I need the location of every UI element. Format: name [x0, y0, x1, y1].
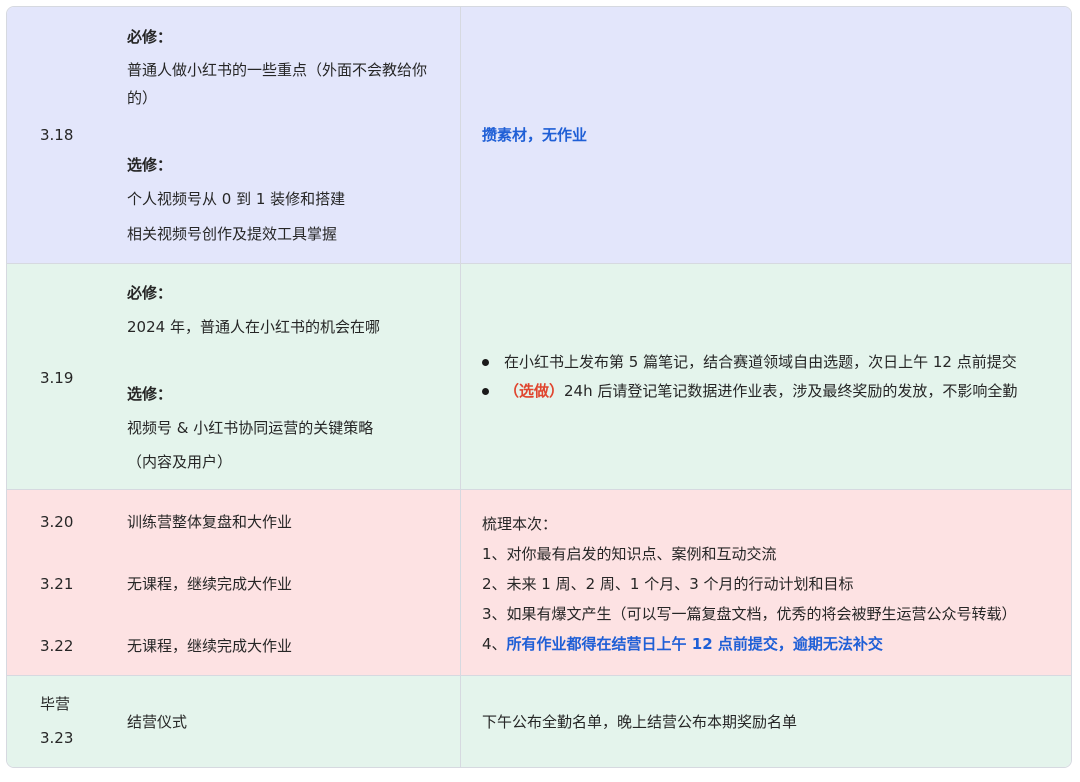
row-date: 3.18 — [40, 126, 74, 144]
day-content: 训练营整体复盘和大作业 — [127, 513, 293, 531]
review-title: 梳理本次： — [482, 515, 558, 533]
day-content: 结营仪式 — [127, 713, 188, 731]
required-course: 普通人做小红书的一些重点（外面不会教给你 — [127, 61, 428, 79]
table-row: 3.18 必修： 普通人做小红书的一些重点（外面不会教给你 的） 选修： 个人视… — [7, 7, 1071, 264]
required-label: 必修： — [127, 284, 173, 302]
row-date: 3.22 — [40, 637, 74, 655]
column-divider — [460, 264, 461, 489]
column-divider — [460, 7, 461, 263]
row-date: 3.23 — [40, 729, 74, 747]
required-course: 的） — [127, 89, 158, 107]
bullet-icon — [482, 359, 489, 366]
elective-course: 个人视频号从 0 到 1 装修和搭建 — [127, 190, 346, 208]
schedule-table: 3.18 必修： 普通人做小红书的一些重点（外面不会教给你 的） 选修： 个人视… — [6, 6, 1072, 768]
required-course: 2024 年，普通人在小红书的机会在哪 — [127, 318, 380, 336]
row-date-label: 毕营 — [40, 695, 71, 713]
day-content: 无课程，继续完成大作业 — [127, 575, 293, 593]
table-row: 3.19 必修： 2024 年，普通人在小红书的机会在哪 选修： 视频号 & 小… — [7, 264, 1071, 490]
bullet-icon — [482, 388, 489, 395]
required-label: 必修： — [127, 28, 173, 46]
row-date: 3.21 — [40, 575, 74, 593]
task-note: 下午公布全勤名单，晚上结营公布本期奖励名单 — [482, 713, 798, 731]
elective-label: 选修： — [127, 156, 173, 174]
column-divider — [460, 490, 461, 675]
elective-course: 视频号 & 小红书协同运营的关键策略 — [127, 419, 374, 437]
review-item: 2、未来 1 周、2 周、1 个月、3 个月的行动计划和目标 — [482, 575, 854, 593]
table-row: 毕营 3.23 结营仪式 下午公布全勤名单，晚上结营公布本期奖励名单 — [7, 676, 1071, 767]
task-item-text: 24h 后请登记笔记数据进作业表，涉及最终奖励的发放，不影响全勤 — [564, 382, 1018, 400]
elective-label: 选修： — [127, 385, 173, 403]
task-note: 攒素材，无作业 — [482, 126, 588, 144]
task-item: （选做）24h 后请登记笔记数据进作业表，涉及最终奖励的发放，不影响全勤 — [504, 380, 1017, 402]
elective-course: （内容及用户） — [127, 453, 233, 471]
optional-tag: （选做） — [504, 382, 565, 400]
column-divider — [460, 676, 461, 767]
review-item: 3、如果有爆文产生（可以写一篇复盘文档，优秀的将会被野生运营公众号转载） — [482, 605, 1017, 623]
row-date: 3.19 — [40, 369, 74, 387]
review-item: 1、对你最有启发的知识点、案例和互动交流 — [482, 545, 777, 563]
row-date: 3.20 — [40, 513, 74, 531]
deadline-note: 4、所有作业都得在结营日上午 12 点前提交，逾期无法补交 — [482, 633, 883, 655]
day-content: 无课程，继续完成大作业 — [127, 637, 293, 655]
deadline-prefix: 4、 — [482, 635, 507, 653]
table-row: 3.20 训练营整体复盘和大作业 3.21 无课程，继续完成大作业 3.22 无… — [7, 490, 1071, 676]
elective-course: 相关视频号创作及提效工具掌握 — [127, 225, 338, 243]
task-item: 在小红书上发布第 5 篇笔记，结合赛道领域自由选题，次日上午 12 点前提交 — [504, 353, 1017, 371]
deadline-text: 所有作业都得在结营日上午 12 点前提交，逾期无法补交 — [506, 635, 883, 653]
